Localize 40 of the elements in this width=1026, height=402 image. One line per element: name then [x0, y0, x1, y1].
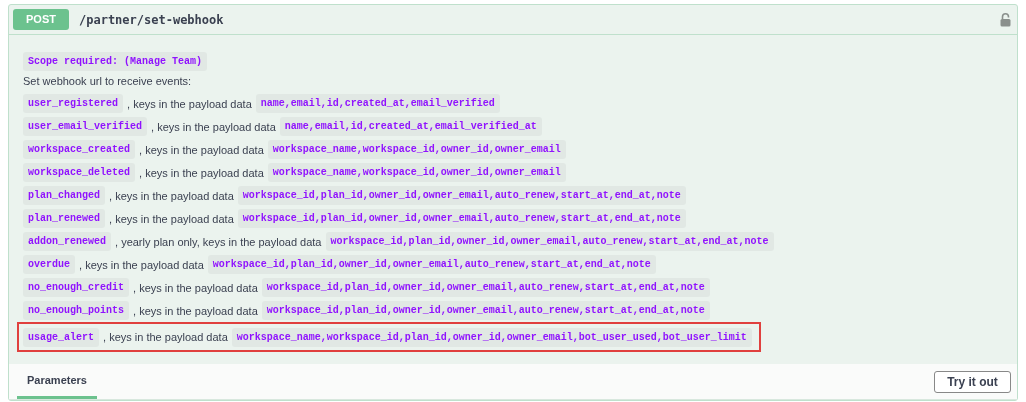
- endpoint-path: /partner/set-webhook: [79, 12, 224, 27]
- event-code: user_registered: [23, 94, 123, 113]
- payload-keys-code: workspace_name,workspace_id,owner_id,owner_email: [267, 163, 566, 182]
- payload-keys-code: workspace_id,plan_id,owner_id,owner_email,auto_renew,start_at,end_at,note: [325, 232, 774, 251]
- payload-keys-code: workspace_name,workspace_id,plan_id,owner_id,owner_email,bot_user_used,bot_user_limit: [231, 327, 752, 347]
- event-description: , keys in the payload data: [133, 281, 258, 294]
- parameters-tab[interactable]: Parameters: [17, 364, 97, 399]
- payload-keys-code: workspace_id,plan_id,owner_id,owner_email,auto_renew,start_at,end_at,note: [207, 255, 656, 274]
- event-description: , keys in the payload data: [139, 166, 264, 179]
- event-code: no_enough_credit: [23, 278, 129, 297]
- event-description: , keys in the payload data: [151, 120, 276, 133]
- payload-keys-code: workspace_id,plan_id,owner_id,owner_email,auto_renew,start_at,end_at,note: [237, 186, 686, 205]
- event-code: workspace_deleted: [23, 163, 136, 182]
- event-description: , keys in the payload data: [127, 97, 252, 110]
- event-code: overdue: [23, 255, 75, 274]
- event-code: plan_renewed: [23, 209, 105, 228]
- event-description: , keys in the payload data: [133, 304, 258, 317]
- event-code: workspace_created: [23, 140, 136, 159]
- event-description: , keys in the payload data: [79, 258, 204, 271]
- event-code: no_enough_points: [23, 301, 129, 320]
- try-it-out-button[interactable]: Try it out: [934, 370, 1011, 393]
- payload-keys-code: workspace_name,workspace_id,owner_id,owner_email: [267, 140, 566, 159]
- event-description: , keys in the payload data: [109, 212, 234, 225]
- payload-keys-code: workspace_id,plan_id,owner_id,owner_email,auto_renew,start_at,end_at,note: [237, 209, 686, 228]
- payload-keys-code: name,email,id,created_at,email_verified_at: [279, 117, 542, 136]
- method-badge: POST: [13, 9, 69, 30]
- event-code: user_email_verified: [23, 117, 148, 136]
- payload-keys-code: name,email,id,created_at,email_verified: [255, 94, 500, 113]
- event-description: , keys in the payload data: [103, 331, 228, 343]
- lock-icon[interactable]: [1000, 12, 1011, 27]
- event-description: , keys in the payload data: [109, 189, 234, 202]
- event-code: addon_renewed: [23, 232, 111, 251]
- event-description: , yearly plan only, keys in the payload data: [115, 235, 322, 248]
- event-code: plan_changed: [23, 186, 105, 205]
- payload-keys-code: workspace_id,plan_id,owner_id,owner_email,auto_renew,start_at,end_at,note: [261, 278, 710, 297]
- scope-code: Scope required: (Manage Team): [23, 52, 208, 71]
- payload-keys-code: workspace_id,plan_id,owner_id,owner_email,auto_renew,start_at,end_at,note: [261, 301, 710, 320]
- event-description: , keys in the payload data: [139, 143, 264, 156]
- description-text: Set webhook url to receive events:: [23, 75, 193, 87]
- event-code: usage_alert: [23, 327, 99, 347]
